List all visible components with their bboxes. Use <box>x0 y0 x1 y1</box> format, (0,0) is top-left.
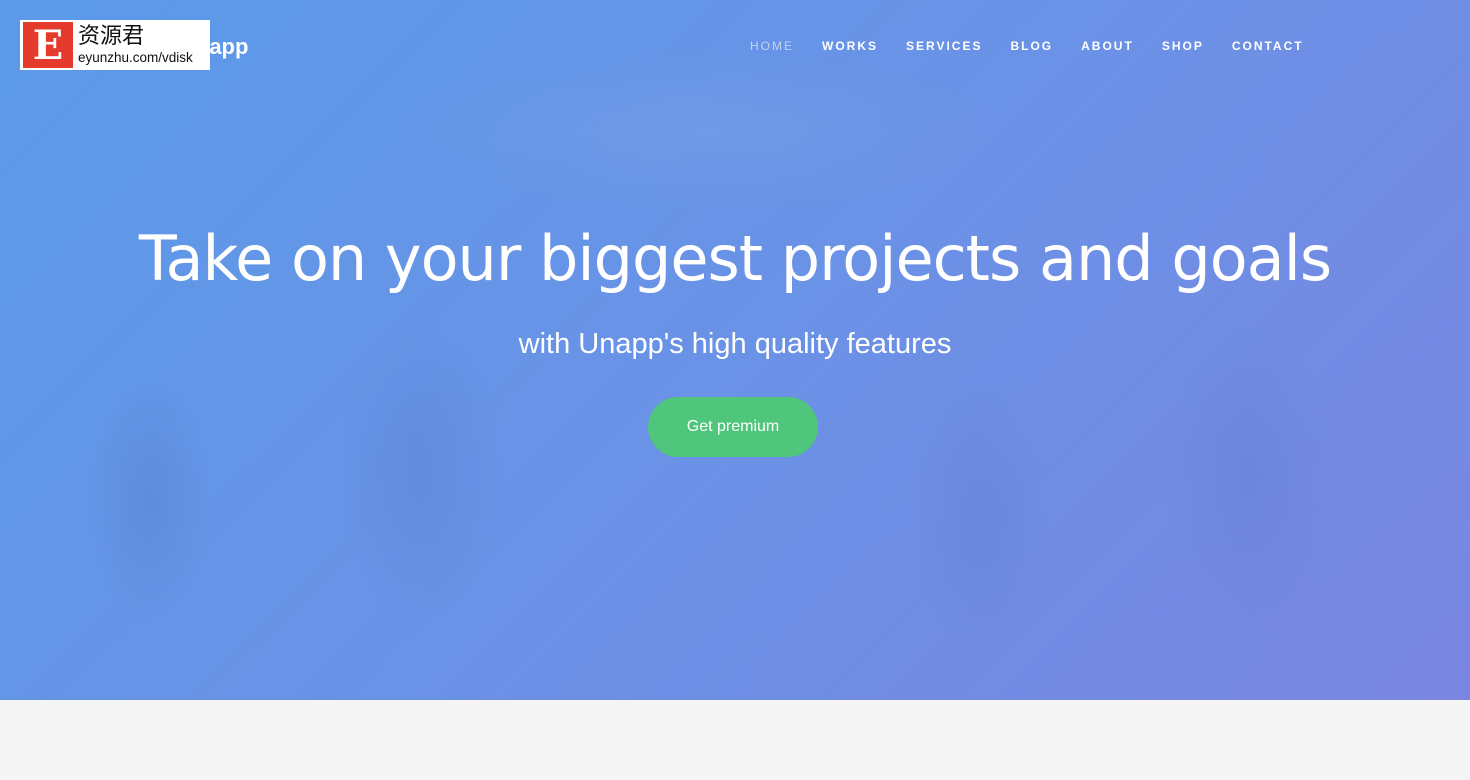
watermark-logo: E 资源君 eyunzhu.com/vdisk <box>20 20 210 70</box>
nav-blog[interactable]: BLOG <box>1010 39 1053 53</box>
nav-contact[interactable]: CONTACT <box>1232 39 1304 53</box>
nav-about[interactable]: ABOUT <box>1081 39 1134 53</box>
nav-services[interactable]: SERVICES <box>906 39 982 53</box>
get-premium-button[interactable]: Get premium <box>648 397 818 457</box>
watermark-chinese: 资源君 <box>78 23 145 49</box>
hero-title: Take on your biggest projects and goals <box>138 222 1332 295</box>
watermark-url: eyunzhu.com/vdisk <box>78 49 193 65</box>
nav-shop[interactable]: SHOP <box>1162 39 1204 53</box>
hero-section: Unapp E 资源君 eyunzhu.com/vdisk HOME WORKS … <box>0 0 1470 700</box>
nav-works[interactable]: WORKS <box>822 39 878 53</box>
hero-subtitle: with Unapp's high quality features <box>518 328 952 360</box>
watermark-letter: E <box>23 22 73 69</box>
main-nav: HOME WORKS SERVICES BLOG ABOUT SHOP CONT… <box>750 39 1304 53</box>
nav-home[interactable]: HOME <box>750 39 794 53</box>
